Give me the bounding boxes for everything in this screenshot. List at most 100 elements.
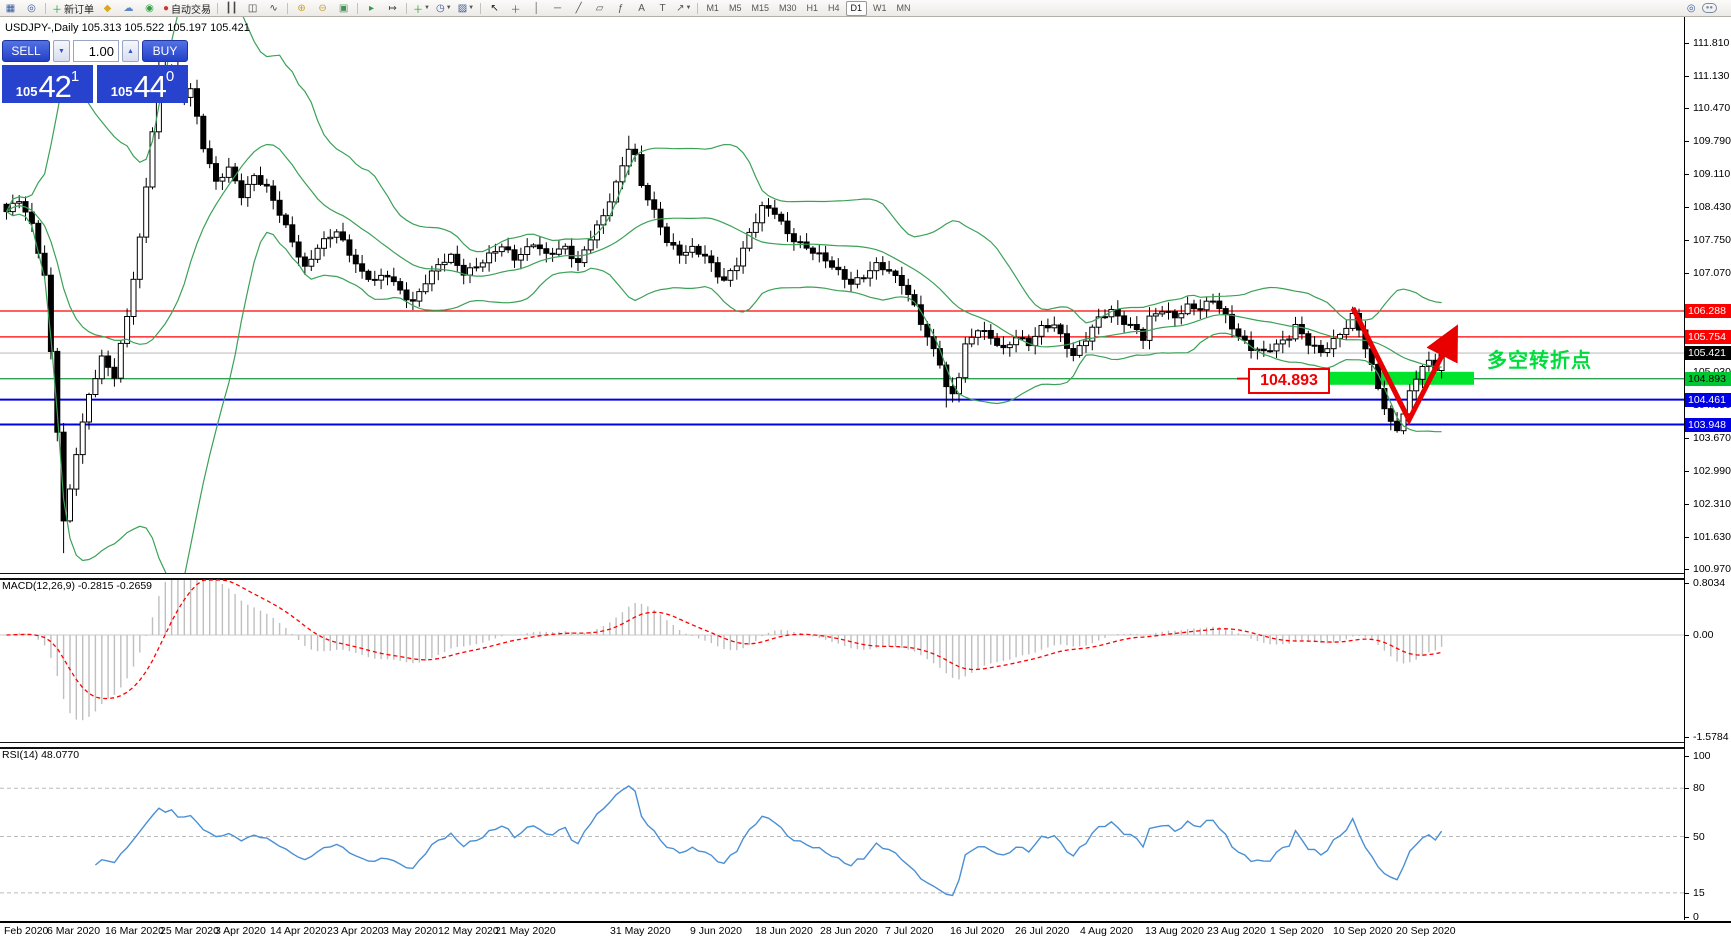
toolbar-separator <box>217 2 219 14</box>
search-icon[interactable]: ◎ <box>1682 1 1701 15</box>
chart-title: USDJPY-,Daily 105.313 105.522 105.197 10… <box>5 22 250 34</box>
date-axis-label: 18 Jun 2020 <box>755 925 813 937</box>
buy-price-figure: 105 <box>110 84 133 99</box>
cursor-icon[interactable]: ↖ <box>485 1 504 15</box>
timeframe-button-h1[interactable]: H1 <box>803 2 823 15</box>
price-axis-tick: 109.790 <box>1685 135 1731 147</box>
templates-button[interactable]: ▨ ▼ <box>456 1 476 15</box>
buy-price-panel[interactable]: 105 44 0 <box>97 65 188 103</box>
zoom-out-icon[interactable]: ⊖ <box>313 1 332 15</box>
toolbar-separator <box>697 2 699 14</box>
timeframe-button-m15[interactable]: M15 <box>747 2 773 15</box>
label-icon[interactable]: T <box>653 1 672 15</box>
timeframe-button-d1[interactable]: D1 <box>845 0 868 16</box>
line-chart-icon[interactable]: ∿ <box>264 1 283 15</box>
trendline-icon[interactable]: ╱ <box>569 1 588 15</box>
date-axis-label: 28 Jun 2020 <box>820 925 878 937</box>
date-axis-label: 23 Apr 2020 <box>327 925 384 937</box>
rsi-scale-tick: 80 <box>1685 782 1705 794</box>
price-axis-tick: 107.750 <box>1685 234 1731 246</box>
price-level-badge: 105.754 <box>1685 330 1731 344</box>
macd-scale-tick: 0.8034 <box>1684 577 1726 589</box>
macd-scale-tick: 0.00 <box>1684 629 1714 641</box>
arrows-icon[interactable]: ↗ ▼ <box>674 1 693 15</box>
new-order-button[interactable]: ＋新订单 <box>50 1 96 16</box>
toolbar-separator <box>480 2 482 14</box>
text-icon[interactable]: A <box>632 1 651 15</box>
bar-chart-icon[interactable]: ┃┃ <box>222 1 241 15</box>
rsi-label: RSI(14) 48.0770 <box>2 749 80 761</box>
date-axis-label: 31 May 2020 <box>610 925 671 937</box>
date-axis[interactable]: Feb 2020 6 Mar 2020 16 Mar 2020 25 Mar 2020… <box>0 921 1731 938</box>
timeframe-button-m30[interactable]: M30 <box>775 2 801 15</box>
price-axis-tick: 111.810 <box>1684 37 1730 49</box>
periods-button[interactable]: ◷ ▼ <box>434 1 454 15</box>
date-axis-label: 12 May 2020 <box>438 925 499 937</box>
price-axis[interactable]: 111.810 111.130 110.470 109.790 109.110 108.4… <box>1684 16 1731 923</box>
toolbar-separator <box>406 2 408 14</box>
crosshair-icon[interactable]: ＋ <box>506 1 525 16</box>
toolbar-icon-groups: ▦ ◎ ＋新订单 ◆ ☁ ◉ ● 自动交易 ┃┃ ◫ ∿ ⊕ ⊖ ▣ ▸ ↦ ＋ ▼ ◷ ▼ ▨ ▼ ↖ ＋ │ ─ ╱ ▱ ƒ A T ↗ ▼ <box>0 1 694 16</box>
chat-icon[interactable]: ●● <box>1701 3 1717 13</box>
fibonacci-icon[interactable]: ƒ <box>611 1 630 15</box>
price-axis-tick: 103.670 <box>1685 432 1731 444</box>
main-price-chart[interactable] <box>0 16 1684 574</box>
rsi-scale-tick: 15 <box>1685 887 1705 899</box>
data-window-icon[interactable]: ◎ <box>22 1 41 15</box>
support-zone-bar[interactable] <box>1330 371 1474 385</box>
price-level-badge: 106.288 <box>1685 304 1731 318</box>
date-axis-label: 23 Aug 2020 <box>1207 925 1266 937</box>
new-chart-icon[interactable]: ▦ <box>1 1 20 15</box>
channel-icon[interactable]: ▱ <box>590 1 609 15</box>
timeframe-button-mn[interactable]: MN <box>893 2 915 15</box>
date-axis-label: 14 Apr 2020 <box>270 925 327 937</box>
date-axis-label: 7 Jul 2020 <box>885 925 934 937</box>
annotation-text[interactable]: 多空转折点 <box>1487 344 1592 373</box>
timeframe-button-w1[interactable]: W1 <box>869 2 891 15</box>
macd-indicator-panel[interactable] <box>0 577 1684 742</box>
date-axis-label: 25 Mar 2020 <box>160 925 219 937</box>
timeframe-button-m5[interactable]: M5 <box>725 2 746 15</box>
rsi-indicator-panel[interactable] <box>0 746 1684 920</box>
volume-increase-button[interactable]: ▲ <box>122 40 139 62</box>
date-axis-label: 4 Aug 2020 <box>1080 925 1134 937</box>
chart-window: 111.810 111.130 110.470 109.790 109.110 108.4… <box>0 16 1731 938</box>
tile-windows-icon[interactable]: ▣ <box>334 1 353 15</box>
support-price-tag[interactable]: 104.893 <box>1248 368 1330 394</box>
indicators-button[interactable]: ＋ ▼ <box>411 1 432 16</box>
date-axis-label: 10 Sep 2020 <box>1333 925 1393 937</box>
vertical-line-icon[interactable]: │ <box>527 1 546 15</box>
sell-price-panel[interactable]: 105 42 1 <box>2 65 93 103</box>
zoom-in-icon[interactable]: ⊕ <box>292 1 311 15</box>
metaeditor-icon[interactable]: ◆ <box>98 1 117 15</box>
timeframe-button-h4[interactable]: H4 <box>824 2 844 15</box>
date-axis-label: Feb 2020 <box>4 925 49 937</box>
date-axis-label: 16 Jul 2020 <box>950 925 1005 937</box>
autotrading-button[interactable]: ● 自动交易 <box>161 1 213 16</box>
reversal-arrow[interactable] <box>1350 306 1458 426</box>
volume-input[interactable] <box>73 40 119 62</box>
date-axis-label: 26 Jul 2020 <box>1015 925 1070 937</box>
signals-icon[interactable]: ◉ <box>140 1 159 15</box>
rsi-scale-tick: 100 <box>1685 750 1711 762</box>
price-axis-tick: 108.430 <box>1685 201 1731 213</box>
sell-button[interactable]: SELL <box>2 40 50 62</box>
volume-decrease-button[interactable]: ▼ <box>53 40 70 62</box>
toolbar-separator <box>287 2 289 14</box>
main-toolbar: ▦ ◎ ＋新订单 ◆ ☁ ◉ ● 自动交易 ┃┃ ◫ ∿ ⊕ ⊖ ▣ ▸ ↦ ＋ ▼ ◷ ▼ ▨ ▼ ↖ ＋ │ ─ ╱ ▱ ƒ A T ↗ ▼… <box>0 0 1731 17</box>
sell-price-pips: 42 <box>38 68 71 104</box>
price-level-badge: 105.421 <box>1685 346 1731 360</box>
date-axis-label: 20 Sep 2020 <box>1396 925 1456 937</box>
timeframe-button-m1[interactable]: M1 <box>702 2 723 15</box>
history-center-icon[interactable]: ☁ <box>119 1 138 15</box>
sell-price-figure: 105 <box>15 84 38 99</box>
chart-shift-icon[interactable]: ↦ <box>383 1 402 15</box>
date-axis-label: 6 Mar 2020 <box>47 925 101 937</box>
horizontal-line-icon[interactable]: ─ <box>548 1 567 15</box>
candlestick-chart-icon[interactable]: ◫ <box>243 1 262 15</box>
price-axis-tick: 109.110 <box>1684 168 1731 180</box>
date-axis-label: 16 Mar 2020 <box>105 925 164 937</box>
buy-button[interactable]: BUY <box>142 40 188 62</box>
price-axis-tick: 100.970 <box>1685 563 1731 575</box>
auto-scroll-icon[interactable]: ▸ <box>362 1 381 15</box>
